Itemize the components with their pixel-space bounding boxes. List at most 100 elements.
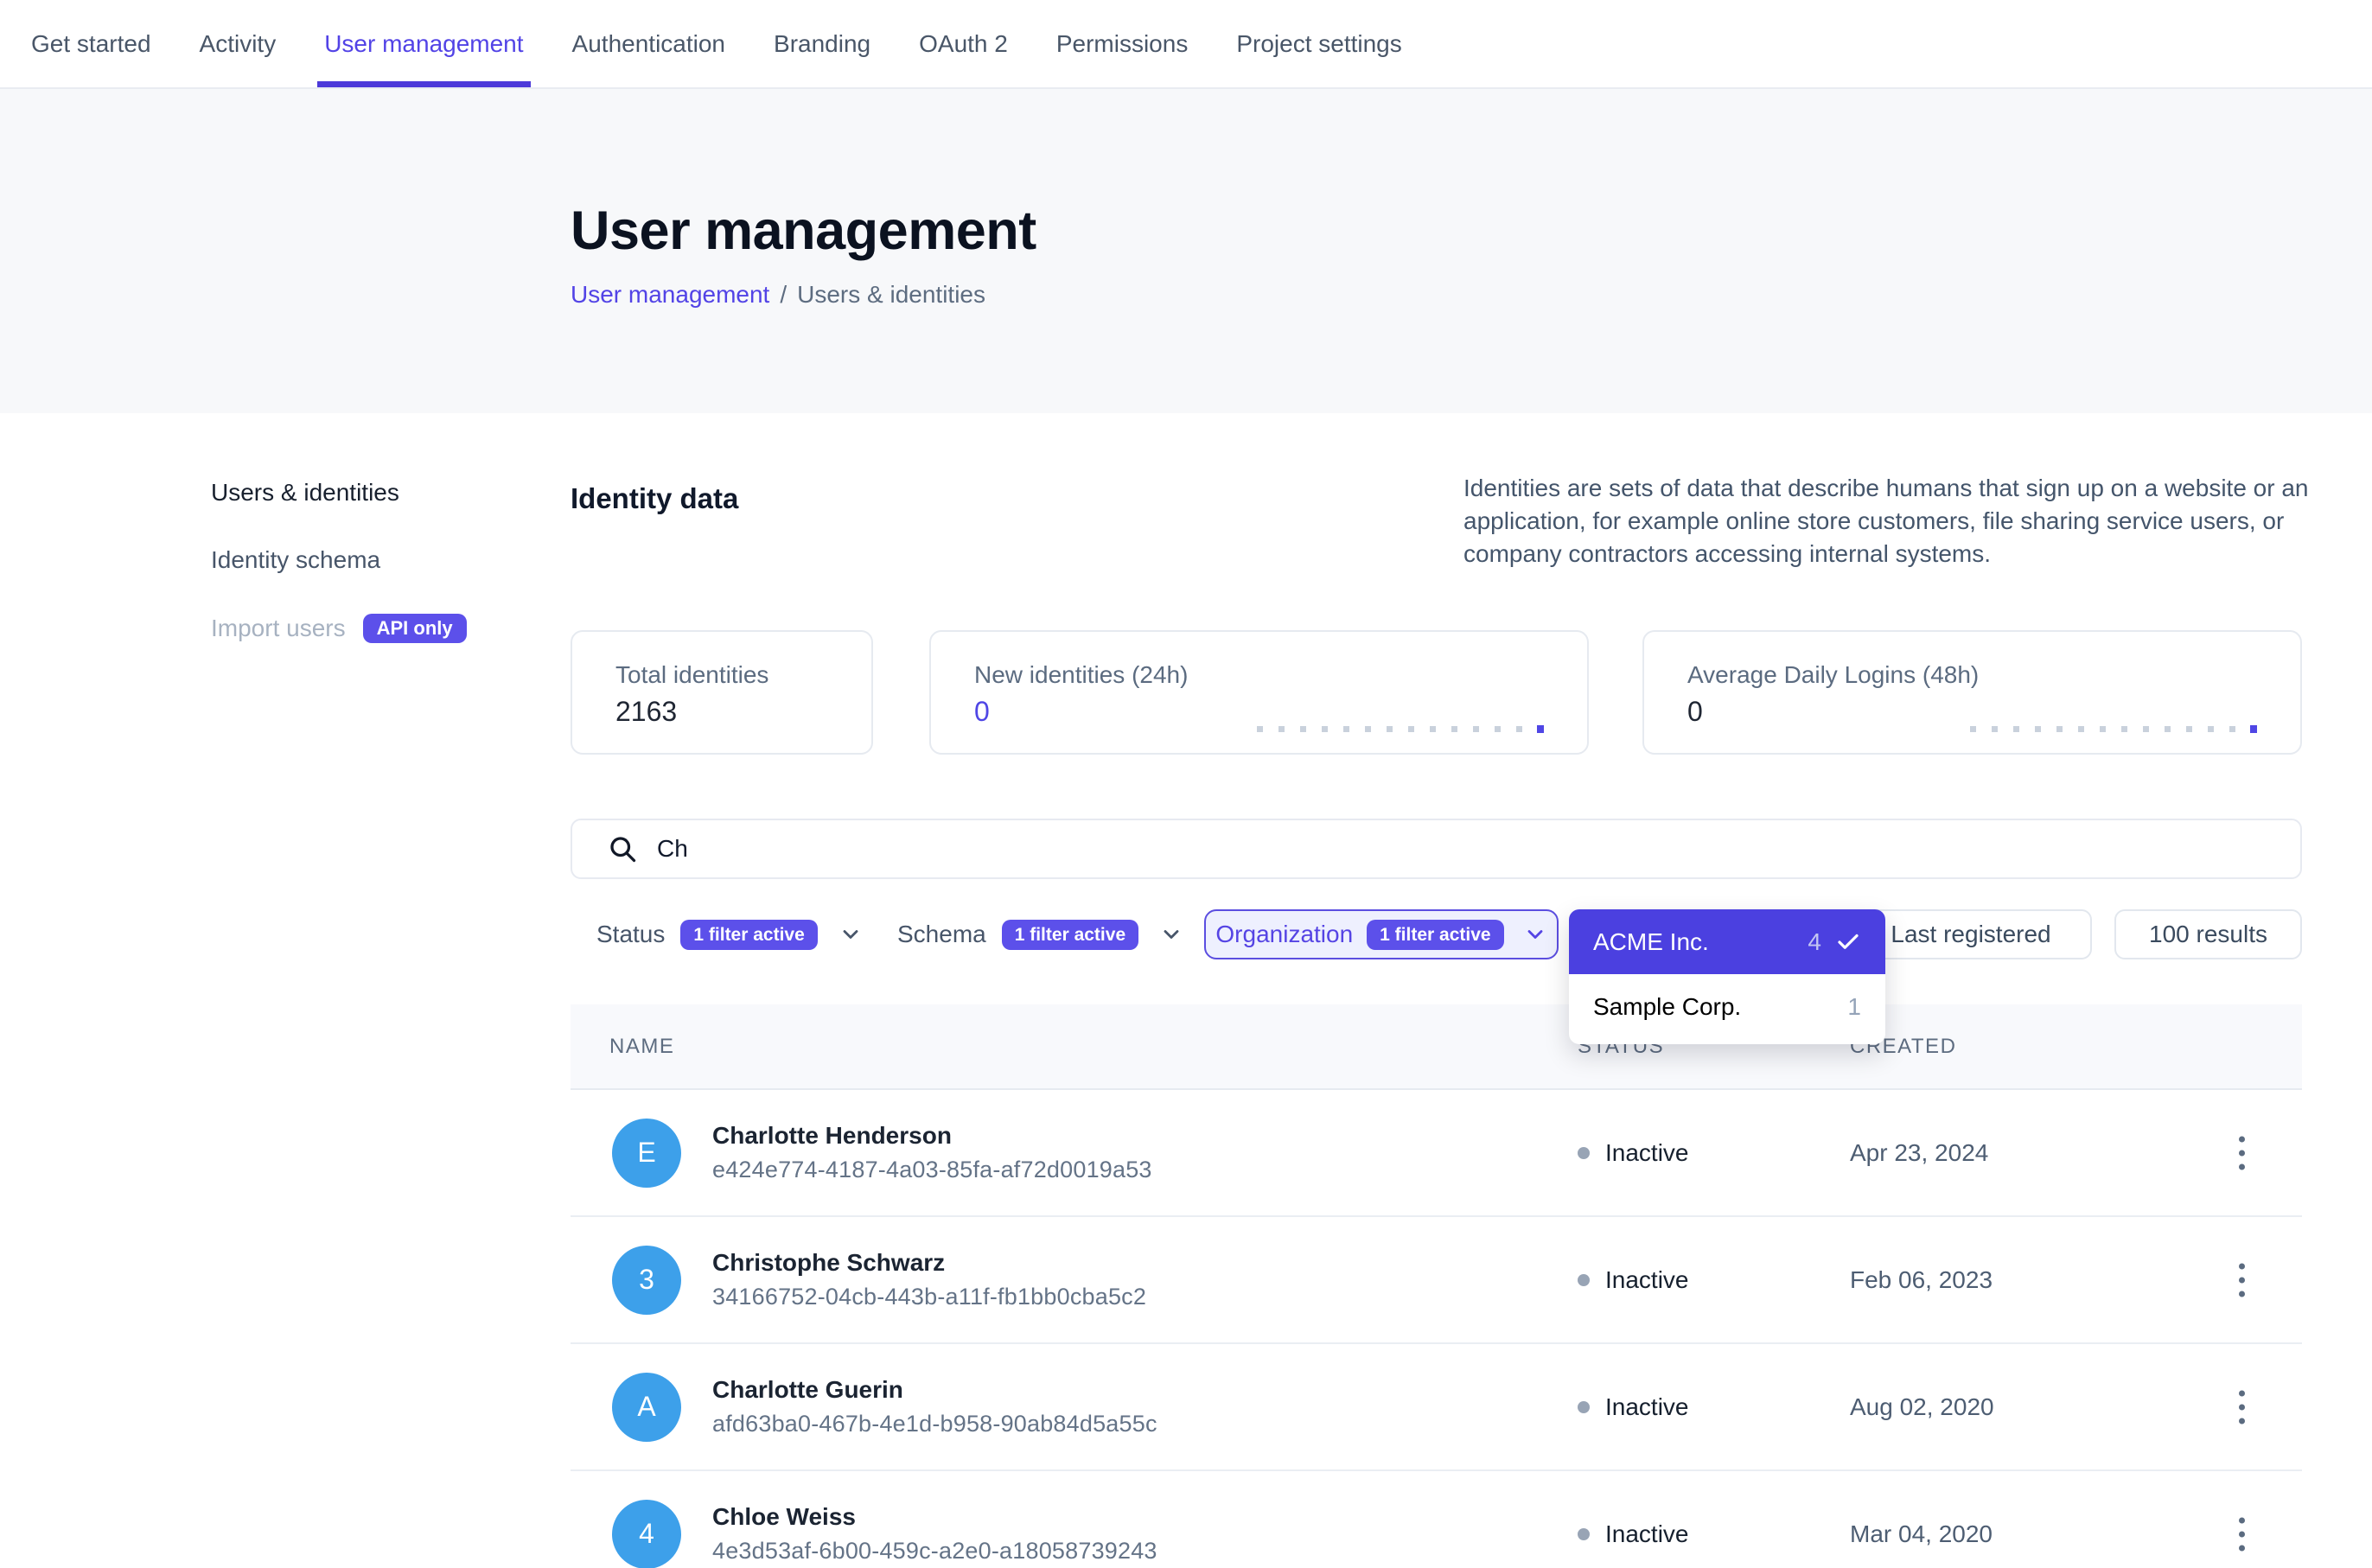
status-cell: Inactive <box>1578 1520 1850 1548</box>
sparkline-chart <box>1970 726 2257 732</box>
filter-schema[interactable]: Schema 1 filter active <box>897 909 1183 959</box>
section-description: Identities are sets of data that describ… <box>1463 472 2315 570</box>
stat-value: 2163 <box>615 696 677 728</box>
stat-card-total-identities: Total identities 2163 <box>571 630 873 755</box>
identity-id: afd63ba0-467b-4e1d-b958-90ab84d5a55c <box>712 1411 1157 1437</box>
search-input[interactable] <box>657 835 2283 863</box>
table-row[interactable]: A Charlotte Guerin afd63ba0-467b-4e1d-b9… <box>571 1344 2302 1471</box>
option-count: 4 <box>1808 928 1821 956</box>
tab-activity[interactable]: Activity <box>193 0 284 87</box>
table-row[interactable]: E Charlotte Henderson e424e774-4187-4a03… <box>571 1090 2302 1217</box>
search-bar <box>571 819 2302 879</box>
kebab-menu-icon[interactable] <box>2234 1258 2250 1302</box>
chevron-down-icon <box>1523 922 1547 947</box>
filter-status[interactable]: Status 1 filter active <box>596 909 863 959</box>
status-cell: Inactive <box>1578 1393 1850 1421</box>
sort-select-label: Last registered <box>1891 921 2050 948</box>
status-dot-icon <box>1578 1528 1590 1540</box>
status-dot-icon <box>1578 1147 1590 1159</box>
name-cell: E Charlotte Henderson e424e774-4187-4a03… <box>571 1119 1578 1188</box>
name-cell: 3 Christophe Schwarz 34166752-04cb-443b-… <box>571 1246 1578 1315</box>
user-management-screen: Get started Activity User management Aut… <box>0 0 2372 1568</box>
status-dot-icon <box>1578 1401 1590 1413</box>
sidebar-item-import-users: Import users API only <box>211 614 539 643</box>
filter-active-badge: 1 filter active <box>1002 920 1138 950</box>
page-title: User management <box>571 200 1036 262</box>
sidebar-item-label: Identity schema <box>211 546 380 574</box>
identity-name: Charlotte Guerin <box>712 1376 1157 1404</box>
sidebar: Users & identities Identity schema Impor… <box>211 479 539 683</box>
filter-label: Status <box>596 921 665 948</box>
results-select-label: 100 results <box>2149 921 2267 948</box>
column-header-name: NAME <box>571 1035 1578 1059</box>
identity-id: 34166752-04cb-443b-a11f-fb1bb0cba5c2 <box>712 1284 1146 1310</box>
kebab-menu-icon[interactable] <box>2234 1512 2250 1556</box>
table-row[interactable]: 3 Christophe Schwarz 34166752-04cb-443b-… <box>571 1217 2302 1344</box>
sidebar-item-label: Users & identities <box>211 479 399 507</box>
option-name: Sample Corp. <box>1593 993 1847 1021</box>
tab-get-started[interactable]: Get started <box>24 0 158 87</box>
filter-active-badge: 1 filter active <box>1367 920 1503 950</box>
kebab-menu-icon[interactable] <box>2234 1385 2250 1429</box>
filter-label: Organization <box>1215 921 1353 948</box>
status-dot-icon <box>1578 1274 1590 1286</box>
name-cell: 4 Chloe Weiss 4e3d53af-6b00-459c-a2e0-a1… <box>571 1500 1578 1568</box>
breadcrumb-current: Users & identities <box>797 281 985 309</box>
top-nav: Get started Activity User management Aut… <box>0 0 2372 89</box>
api-only-badge: API only <box>363 614 467 643</box>
kebab-menu-icon[interactable] <box>2234 1131 2250 1175</box>
filter-active-badge: 1 filter active <box>680 920 817 950</box>
status-cell: Inactive <box>1578 1266 1850 1294</box>
avatar: 4 <box>612 1500 681 1568</box>
tab-branding[interactable]: Branding <box>767 0 877 87</box>
organization-dropdown-menu: ACME Inc. 4 Sample Corp. 1 <box>1569 909 1885 1044</box>
status-badge: Inactive <box>1605 1266 1689 1294</box>
stat-card-average-daily-logins: Average Daily Logins (48h) 0 <box>1642 630 2302 755</box>
stat-label: Total identities <box>615 661 768 689</box>
filter-label: Schema <box>897 921 986 948</box>
dropdown-option-sample-corp[interactable]: Sample Corp. 1 <box>1569 974 1885 1039</box>
dropdown-option-acme[interactable]: ACME Inc. 4 <box>1569 909 1885 974</box>
tab-authentication[interactable]: Authentication <box>565 0 732 87</box>
check-icon <box>1835 929 1861 955</box>
stat-label: New identities (24h) <box>974 661 1188 689</box>
status-badge: Inactive <box>1605 1139 1689 1167</box>
filter-organization[interactable]: Organization 1 filter active <box>1204 909 1559 959</box>
sidebar-item-users-identities[interactable]: Users & identities <box>211 479 539 507</box>
status-badge: Inactive <box>1605 1520 1689 1548</box>
status-cell: Inactive <box>1578 1139 1850 1167</box>
identity-name: Chloe Weiss <box>712 1503 1157 1531</box>
status-badge: Inactive <box>1605 1393 1689 1421</box>
stat-card-new-identities: New identities (24h) 0 <box>929 630 1589 755</box>
stat-label: Average Daily Logins (48h) <box>1687 661 1979 689</box>
table-row[interactable]: 4 Chloe Weiss 4e3d53af-6b00-459c-a2e0-a1… <box>571 1471 2302 1568</box>
breadcrumb-link-user-management[interactable]: User management <box>571 281 769 309</box>
stat-value: 0 <box>1687 696 1703 728</box>
table-header-row: NAME STATUS CREATED <box>571 1004 2302 1090</box>
identity-id: e424e774-4187-4a03-85fa-af72d0019a53 <box>712 1157 1152 1183</box>
avatar: E <box>612 1119 681 1188</box>
tab-oauth2[interactable]: OAuth 2 <box>912 0 1015 87</box>
chevron-down-icon <box>1159 922 1183 947</box>
tab-project-settings[interactable]: Project settings <box>1229 0 1408 87</box>
sidebar-item-label: Import users <box>211 615 346 642</box>
sparkline-chart <box>1257 726 1544 732</box>
avatar: A <box>612 1373 681 1442</box>
sort-select-last-registered[interactable]: Last registered <box>1850 909 2092 959</box>
search-icon <box>607 833 638 864</box>
column-header-created: CREATED <box>1850 1035 2302 1059</box>
name-cell: A Charlotte Guerin afd63ba0-467b-4e1d-b9… <box>571 1373 1578 1442</box>
results-per-page-select[interactable]: 100 results <box>2114 909 2302 959</box>
breadcrumb: User management / Users & identities <box>571 281 985 309</box>
stat-value: 0 <box>974 696 990 728</box>
option-count: 1 <box>1847 993 1861 1021</box>
identities-table: NAME STATUS CREATED E Charlotte Henderso… <box>571 1004 2302 1568</box>
section-title: Identity data <box>571 482 738 515</box>
avatar: 3 <box>612 1246 681 1315</box>
tab-permissions[interactable]: Permissions <box>1049 0 1195 87</box>
sidebar-item-identity-schema[interactable]: Identity schema <box>211 546 539 574</box>
page-header: User management User management / Users … <box>0 89 2372 413</box>
tab-user-management[interactable]: User management <box>317 0 530 87</box>
breadcrumb-separator: / <box>780 281 787 309</box>
identity-name: Charlotte Henderson <box>712 1122 1152 1150</box>
